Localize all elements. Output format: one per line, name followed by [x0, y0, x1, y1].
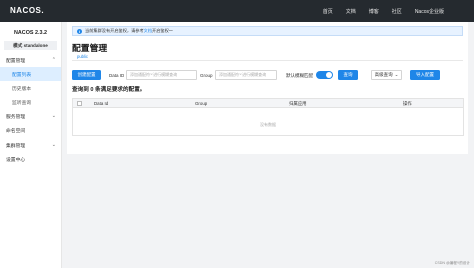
group-input[interactable]: 添加通配符'*'进行模糊查询 [215, 70, 277, 80]
sidebar-item-label: 历史版本 [12, 86, 32, 92]
namespace-tabs: public [72, 54, 463, 61]
chevron-down-icon: ⌄ [51, 142, 56, 148]
info-icon: i [77, 28, 82, 34]
data-id-input[interactable]: 添加通配符'*'进行模糊查询 [126, 70, 197, 80]
watermark: CSDN @编程Y的设计 [434, 261, 470, 265]
create-config-button[interactable]: 创建配置 [72, 70, 101, 80]
nav-community-link[interactable]: 社区 [392, 8, 402, 15]
sidebar-item-history[interactable]: 历史版本 [0, 81, 61, 95]
select-all-checkbox[interactable] [77, 101, 82, 106]
top-nav-links: 首页 文档 博客 社区 Nacos企业版 [323, 0, 444, 22]
fuzzy-match-toggle[interactable] [316, 71, 333, 79]
sidebar-item-label: 设置中心 [6, 158, 26, 163]
sidebar-group-label: 集群管理 [6, 143, 26, 149]
sidebar-item-settings[interactable]: 设置中心 [0, 152, 61, 167]
sidebar-item-label: 监听查询 [12, 100, 32, 106]
sidebar-item-config-list[interactable]: 配置列表 [0, 67, 61, 81]
data-id-label: Data ID [109, 72, 125, 78]
chevron-down-icon: ⌄ [394, 72, 399, 77]
group-label: Group [200, 72, 213, 78]
main-content: i 当前集群没有开启鉴权，请参考 文档 开启鉴权～ 配置管理 public 创建… [67, 22, 468, 154]
column-actions: 操作 [403, 101, 412, 106]
sidebar-item-listener[interactable]: 监听查询 [0, 95, 61, 109]
auth-notice: i 当前集群没有开启鉴权，请参考 文档 开启鉴权～ [72, 26, 463, 36]
tab-public[interactable]: public [77, 54, 88, 59]
sidebar-item-label: 命名空间 [6, 129, 26, 134]
nav-home-link[interactable]: 首页 [323, 8, 333, 15]
sidebar-group-service[interactable]: 服务管理 ⌄ [0, 109, 61, 123]
chevron-down-icon: ⌄ [51, 113, 56, 119]
import-config-button[interactable]: 导入配置 [410, 70, 440, 80]
search-button[interactable]: 查询 [338, 70, 358, 80]
chevron-up-icon: ⌃ [51, 57, 56, 63]
top-navbar: NACOS. 首页 文档 博客 社区 Nacos企业版 [0, 0, 474, 22]
column-group: Group [195, 101, 208, 106]
config-table: Data Id Group 归属应用 操作 没有数据 [72, 98, 464, 136]
advanced-search-label: 高级查询 [374, 72, 393, 77]
fuzzy-match-label: 默认模糊匹配 [286, 72, 313, 78]
sidebar-item-label: 配置列表 [12, 72, 32, 78]
sidebar: NACOS 2.3.2 模式 standalone 配置管理 ⌃ 配置列表 历史… [0, 22, 62, 268]
version-label: NACOS 2.3.2 [14, 30, 47, 36]
sidebar-group-config[interactable]: 配置管理 ⌃ [0, 53, 61, 67]
summary-suffix: 条满足要求的配置。 [95, 87, 146, 93]
summary-prefix: 查询到 [72, 87, 89, 93]
sidebar-group-cluster[interactable]: 集群管理 ⌄ [0, 138, 61, 152]
empty-state: 没有数据 [260, 122, 276, 127]
mode-badge: 模式 standalone [4, 41, 57, 50]
result-count: 0 [90, 87, 94, 93]
notice-text: 当前集群没有开启鉴权，请参考 [85, 28, 144, 33]
table-header: Data Id Group 归属应用 操作 [73, 99, 463, 108]
notice-docs-link[interactable]: 文档 [144, 28, 152, 34]
column-data-id: Data Id [94, 101, 109, 106]
result-summary: 查询到 0 条满足要求的配置。 [72, 85, 145, 93]
advanced-search-button[interactable]: 高级查询 ⌄ [371, 70, 402, 80]
nav-blog-link[interactable]: 博客 [369, 8, 379, 15]
sidebar-item-namespace[interactable]: 命名空间 [0, 123, 61, 138]
notice-text-after: 开启鉴权～ [152, 28, 173, 33]
nav-docs-link[interactable]: 文档 [346, 8, 356, 15]
nacos-logo[interactable]: NACOS. [10, 6, 44, 15]
filter-bar: 创建配置 Data ID 添加通配符'*'进行模糊查询 Group 添加通配符'… [72, 70, 467, 80]
nav-enterprise-link[interactable]: Nacos企业版 [415, 8, 444, 15]
column-app: 归属应用 [289, 101, 307, 106]
page-title: 配置管理 [72, 43, 108, 53]
sidebar-group-label: 服务管理 [6, 114, 26, 120]
sidebar-group-label: 配置管理 [6, 58, 26, 64]
